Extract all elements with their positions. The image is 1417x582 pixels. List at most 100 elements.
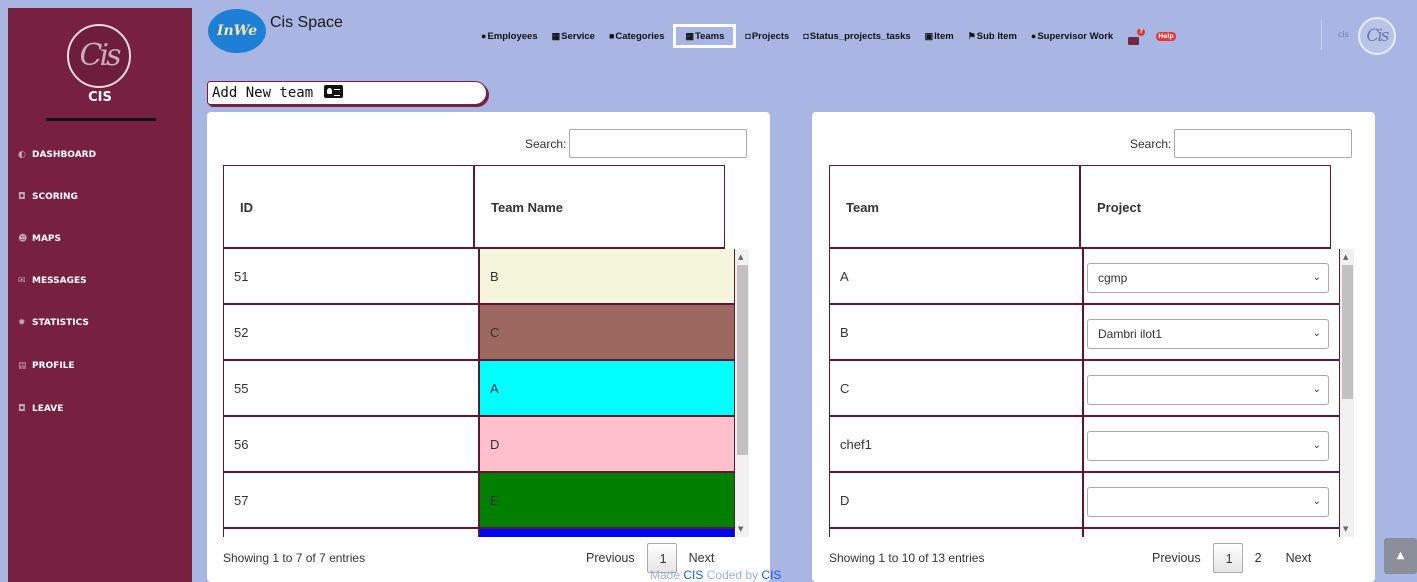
project-select[interactable]: Dambri ilot1 ⌄ [1087, 319, 1329, 349]
projects-next-button[interactable]: Next [1274, 543, 1324, 573]
footer-link-cis-2[interactable]: CIS [761, 568, 781, 582]
project-select[interactable]: ⌄ [1087, 431, 1329, 461]
teams-search-label: Search: [525, 136, 567, 151]
sidebar-item-label: DASHBOARD [32, 150, 97, 160]
sidebar-item-statistics[interactable]: ✹ STATISTICS [18, 318, 89, 328]
table-row[interactable]: C ⌄ [829, 361, 1340, 417]
sidebar-item-messages[interactable]: ✉ MESSAGES [18, 276, 87, 286]
project-select[interactable]: ⌄ [1087, 487, 1329, 517]
team-id-cell: 52 [223, 305, 479, 359]
projects-scrollbar[interactable]: ▲ ▼ [1340, 249, 1354, 537]
chevron-down-icon: ⌄ [1312, 496, 1321, 507]
footer: Made CIS Coded by CIS [650, 568, 781, 582]
column-header-team[interactable]: Team [829, 165, 1080, 249]
sidebar-item-label: PROFILE [32, 361, 75, 371]
teams-previous-button[interactable]: Previous [574, 543, 647, 573]
scroll-up-icon[interactable]: ▲ [738, 253, 743, 261]
sidebar-item-leave[interactable]: ◘ LEAVE [18, 404, 63, 414]
sidebar-item-scoring[interactable]: ◘ SCORING [18, 192, 78, 202]
teams-search-input[interactable] [569, 129, 748, 158]
image-icon: ▣ [924, 31, 934, 41]
gear-icon: ✹ [18, 318, 26, 328]
inwe-logo[interactable]: InWe [208, 9, 266, 53]
user-icon: ● [1030, 31, 1037, 41]
document-icon: ▤ [18, 361, 27, 371]
team-id-cell: 55 [223, 361, 479, 415]
nav-employees[interactable]: ●Employees [474, 24, 545, 48]
nav-label: Employees [487, 31, 538, 42]
sidebar-item-profile[interactable]: ▤ PROFILE [18, 361, 75, 371]
projects-previous-button[interactable]: Previous [1140, 543, 1213, 573]
projects-search-input[interactable] [1174, 129, 1353, 158]
sidebar-item-label: SCORING [32, 192, 78, 202]
nav-item[interactable]: ▣Item [918, 24, 961, 48]
table-row[interactable]: 51 B [223, 249, 735, 305]
project-select[interactable]: ⌄ [1087, 375, 1329, 405]
team-id-cell: 51 [223, 249, 479, 303]
nav-sub-item[interactable]: ⚑Sub Item [961, 24, 1024, 48]
sidebar-item-maps[interactable]: ☻ MAPS [18, 234, 61, 244]
help-button[interactable]: Help [1156, 31, 1176, 41]
nav-service[interactable]: ▦Service [545, 24, 602, 48]
envelope-icon [1128, 37, 1140, 45]
table-row[interactable]: 55 A [223, 361, 735, 417]
teams-scrollbar[interactable]: ▲ ▼ [735, 249, 749, 537]
projects-page-2[interactable]: 2 [1243, 543, 1274, 573]
nav-projects[interactable]: ◘Projects [738, 24, 796, 48]
column-header-project[interactable]: Project [1080, 165, 1331, 249]
column-header-team-name[interactable]: Team Name [474, 165, 725, 249]
id-card-icon [323, 85, 343, 98]
scroll-to-top-button[interactable]: ▲ [1384, 538, 1417, 574]
projects-table-body: Acgmp ⌄ B Dambri ilot1 ⌄ C ⌄ chef1 ⌄ D ⌄ [829, 249, 1340, 537]
table-row[interactable]: 56 D [223, 417, 735, 473]
scroll-down-icon[interactable]: ▼ [738, 525, 743, 533]
sidebar-item-dashboard[interactable]: ◐ DASHBOARD [18, 150, 96, 160]
app-title[interactable]: Cis Space [270, 14, 343, 32]
team-cell [829, 529, 1083, 537]
nav-categories[interactable]: ■Categories [602, 24, 672, 48]
nav-label: Teams [695, 31, 725, 42]
user-name[interactable]: cis [1338, 30, 1349, 39]
user-avatar[interactable]: Cis [1358, 17, 1396, 55]
table-row[interactable]: D ⌄ [829, 473, 1340, 529]
projects-page-1[interactable]: 1 [1212, 543, 1243, 573]
project-cell: ⌄ [1083, 473, 1340, 527]
table-row[interactable]: Acgmp ⌄ [829, 249, 1340, 305]
team-name-cell: D [479, 417, 735, 471]
mail-count-badge: 7 [1137, 28, 1146, 36]
team-name-cell: C [479, 305, 735, 359]
table-row[interactable] [829, 529, 1340, 537]
scroll-up-icon[interactable]: ▲ [1343, 253, 1348, 261]
project-cell: Dambri ilot1 ⌄ [1083, 305, 1340, 359]
nav-status-projects-tasks[interactable]: ◘Status_projects_tasks [796, 24, 917, 48]
teams-table-info: Showing 1 to 7 of 7 entries [223, 551, 366, 565]
project-select[interactable]: cgmp ⌄ [1087, 263, 1329, 293]
sidebar-item-label: MAPS [32, 234, 61, 244]
table-row[interactable] [223, 529, 735, 537]
scroll-down-icon[interactable]: ▼ [1343, 525, 1348, 533]
nav-label: Service [561, 31, 595, 42]
project-cell [1083, 529, 1340, 537]
footer-link-cis[interactable]: CIS [683, 568, 703, 582]
car-icon: ◘ [18, 192, 26, 202]
sidebar: Cis CIS ◐ DASHBOARD ◘ SCORING ☻ MAPS ✉ MESSAGES… [8, 8, 192, 582]
chevron-up-icon: ▲ [1396, 550, 1405, 561]
nav-teams[interactable]: ▦Teams [673, 24, 737, 48]
project-select-value: cgmp [1098, 271, 1128, 285]
table-row[interactable]: chef1 ⌄ [829, 417, 1340, 473]
column-header-id[interactable]: ID [223, 165, 474, 249]
projects-search: Search: [1130, 129, 1353, 158]
table-row[interactable]: 57 E [223, 473, 735, 529]
team-cell: A [829, 249, 1083, 303]
add-new-team-button[interactable]: Add New team [207, 81, 487, 105]
team-cell: C [829, 361, 1083, 415]
nav-supervisor-work[interactable]: ●Supervisor Work [1024, 24, 1120, 48]
table-row[interactable]: 52 C [223, 305, 735, 361]
projects-scroll-thumb[interactable] [1342, 265, 1353, 399]
project-cell: cgmp ⌄ [1083, 249, 1340, 303]
table-row[interactable]: B Dambri ilot1 ⌄ [829, 305, 1340, 361]
messages-button[interactable]: 7 [1128, 28, 1146, 45]
nav-label: Status_projects_tasks [809, 31, 911, 42]
sidebar-item-label: MESSAGES [32, 276, 87, 286]
teams-scroll-thumb[interactable] [737, 265, 748, 455]
